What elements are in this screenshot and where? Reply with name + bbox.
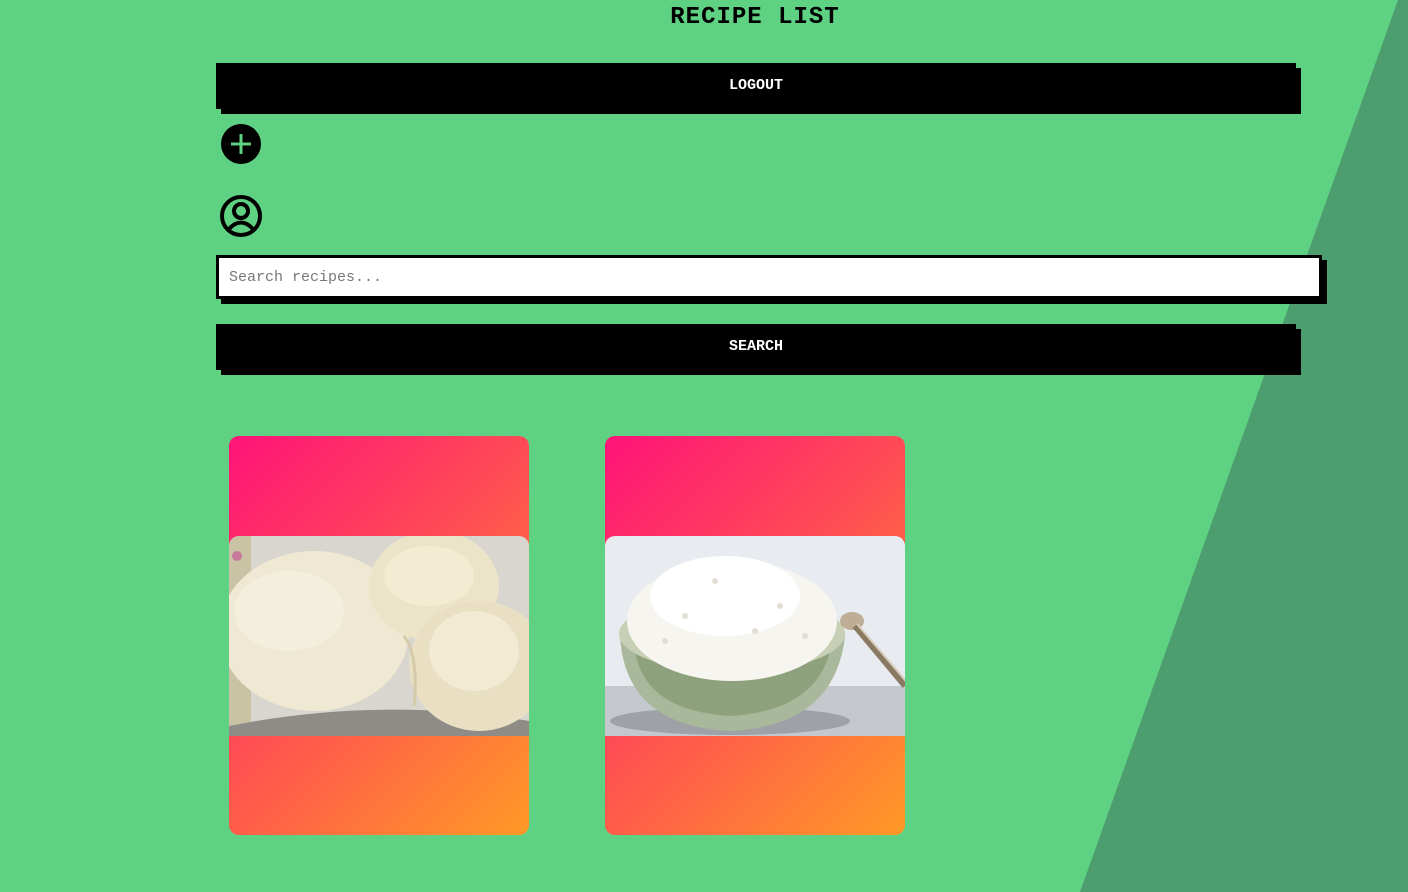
page-title: RECIPE LIST: [670, 4, 840, 31]
recipe-card[interactable]: [605, 436, 905, 835]
logout-button[interactable]: LOGOUT: [216, 63, 1296, 109]
search-input[interactable]: [216, 255, 1322, 299]
recipe-card[interactable]: [229, 436, 529, 835]
search-button[interactable]: SEARCH: [216, 324, 1296, 370]
add-circle-icon[interactable]: [220, 123, 262, 165]
idli-recipe-image: [229, 536, 529, 736]
user-circle-icon[interactable]: [219, 194, 263, 238]
rice-bowl-recipe-image: [605, 536, 905, 736]
